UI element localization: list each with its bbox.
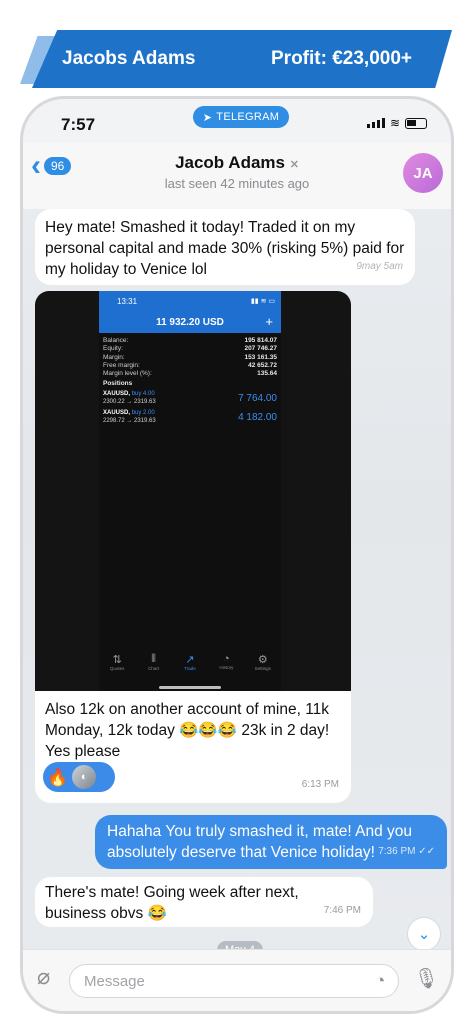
microphone-icon[interactable]: 🎙 — [414, 966, 439, 991]
account-row: Margin level (%): 135.64 — [103, 370, 277, 378]
trading-screenshot-photo[interactable]: 13:31 ▮▮ ≋ ▭ 11 932.20 USD + Balance: 195… — [35, 291, 351, 691]
send-icon: ➤ — [202, 111, 213, 124]
reactor-avatar: ◐ — [72, 765, 97, 789]
nav-chart: ⫴ Chart — [139, 653, 169, 681]
nav-quotes: ⇅ Quotes — [102, 653, 132, 681]
account-row: Balance: 195 814.07 — [103, 337, 277, 344]
incoming-message[interactable]: Also 12k on another account of mine, 11k… — [35, 691, 351, 803]
message-text: Also 12k on another account of mine, 11k… — [45, 701, 330, 760]
system-icons: ≋ — [366, 116, 427, 130]
account-summary: Balance: 195 814.07 Equity: 207 746.27 Mar… — [99, 333, 281, 425]
contact-name-row[interactable]: Jacob Adams ✕ — [23, 153, 451, 173]
home-indicator — [159, 686, 221, 689]
account-row: Margin: 153 161.35 — [103, 353, 277, 361]
scroll-down-button[interactable]: ⌄ — [407, 917, 441, 951]
message-text: There's mate! Going week after next, bus… — [45, 884, 299, 922]
mute-icon: ✕ — [289, 159, 299, 171]
chat-header: ‹ 96 Jacob Adams ✕ last seen 42 minutes … — [23, 143, 451, 209]
position-profit: 4 182.00 — [238, 411, 277, 423]
trading-app-screen: 13:31 ▮▮ ≋ ▭ 11 932.20 USD + Balance: 195… — [99, 291, 281, 691]
reactions[interactable]: 🔥 ◐ — [43, 762, 115, 792]
message-time: 7:46 PM — [323, 905, 361, 916]
status-time: 7:57 — [61, 115, 96, 134]
position-row: XAUUSD, buy 2.00 2298.72 → 2319.63 4 182.… — [103, 410, 277, 425]
quotes-icon: ⇅ — [112, 654, 122, 666]
avatar[interactable]: JA — [403, 153, 443, 193]
message-time: 6:13 PM — [301, 779, 339, 790]
trading-balance: 11 932.20 USD — [156, 317, 224, 328]
signal-icon — [366, 118, 385, 128]
position-profit: 7 764.00 — [238, 392, 277, 404]
trading-header: 13:31 ▮▮ ≋ ▭ 11 932.20 USD + — [99, 291, 281, 333]
chart-icon: ⫴ — [151, 653, 156, 665]
incoming-message[interactable]: Hey mate! Smashed it today! Traded it on… — [35, 209, 415, 285]
battery-icon — [405, 117, 427, 129]
settings-icon: ⚙ — [257, 654, 268, 666]
positions-title: Positions — [103, 380, 133, 388]
phone-frame: 7:57 ➤ TELEGRAM ≋ ‹ 96 Jacob Adams ✕ las… — [20, 96, 454, 1014]
account-row: Equity: 207 746.27 — [103, 345, 277, 353]
message-input[interactable] — [69, 964, 399, 998]
incoming-message[interactable]: There's mate! Going week after next, bus… — [35, 877, 373, 927]
trading-status-icons: ▮▮ ≋ ▭ — [250, 298, 275, 305]
banner-name: Jacobs Adams — [62, 48, 196, 69]
account-row: Free margin: 42 652.72 — [103, 361, 277, 369]
sticker-icon[interactable]: ◔ — [375, 971, 385, 991]
contact-name: Jacob Adams — [175, 153, 285, 172]
message-time-read: 7:36 PM ✓✓ — [378, 846, 435, 857]
wifi-icon: ≋ — [389, 116, 400, 130]
outgoing-message[interactable]: Hahaha You truly smashed it, mate! And y… — [95, 815, 447, 869]
status-bar: 7:57 ➤ TELEGRAM ≋ — [23, 99, 451, 143]
message-input-bar: ⌀ ◔ 🎙 — [23, 949, 451, 1011]
chevron-down-icon: ⌄ — [417, 926, 431, 943]
banner-profit: Profit: €23,000+ — [271, 48, 412, 69]
double-check-icon: ✓✓ — [418, 846, 435, 857]
message-time: 9may 5am — [356, 261, 403, 272]
plus-icon: + — [265, 314, 273, 329]
telegram-label: TELEGRAM — [216, 111, 280, 123]
fire-reaction-icon: 🔥 — [47, 767, 69, 787]
message-text: Hey mate! Smashed it today! Traded it on… — [45, 219, 405, 278]
promo-banner: Jacobs Adams Profit: €23,000+ — [32, 30, 452, 88]
trading-time: 13:31 — [117, 297, 138, 306]
position-row: XAUUSD, buy 4.00 2300.22 → 2319.63 7 764.… — [103, 391, 277, 406]
trade-icon: ↗ — [185, 654, 195, 666]
nav-history: ◔ History — [211, 653, 241, 681]
last-seen: last seen 42 minutes ago — [164, 176, 310, 191]
history-icon: ◔ — [223, 653, 230, 665]
nav-settings: ⚙ Settings — [248, 653, 278, 681]
telegram-pill[interactable]: ➤ TELEGRAM — [193, 106, 289, 128]
attach-icon[interactable]: ⌀ — [37, 964, 50, 990]
message-text: Hahaha You truly smashed it, mate! And y… — [107, 823, 413, 861]
trading-nav: ⇅ Quotes ⫴ Chart ↗ Trade ◔ History ⚙ Settings — [99, 653, 281, 681]
nav-trade: ↗ Trade — [175, 653, 205, 681]
